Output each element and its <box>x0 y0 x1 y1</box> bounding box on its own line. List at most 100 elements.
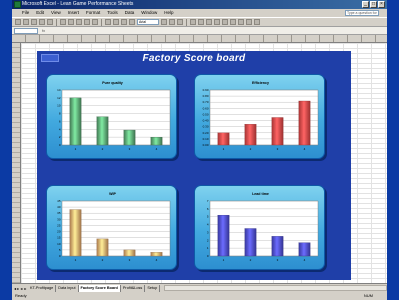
menu-window[interactable]: Window <box>141 9 157 17</box>
y-tick-label: 5 <box>59 248 61 252</box>
open-icon[interactable] <box>23 19 29 25</box>
new-icon[interactable] <box>15 19 21 25</box>
bar <box>150 136 163 146</box>
bar <box>123 249 136 257</box>
chart-panel-wip[interactable]: WIP 0 5 10 15 20 25 30 35 40 45 1 2 3 4 <box>46 185 177 270</box>
y-tick-label: 0.50 <box>203 112 209 116</box>
save-icon[interactable] <box>31 19 37 25</box>
italic-icon[interactable] <box>169 19 175 25</box>
toolbar-separator <box>101 18 102 26</box>
bar <box>150 252 163 257</box>
tab-setup[interactable]: Setup <box>145 284 161 292</box>
menu-edit[interactable]: Edit <box>36 9 44 17</box>
cut-icon[interactable] <box>60 19 66 25</box>
bar <box>123 129 136 146</box>
x-tick-label: 2 <box>250 147 252 151</box>
undo-icon[interactable] <box>84 19 90 25</box>
close-button[interactable]: × <box>378 1 385 8</box>
menu-help[interactable]: Help <box>164 9 173 17</box>
y-tick-label: 0.00 <box>203 143 209 147</box>
zoom-icon[interactable] <box>129 19 135 25</box>
x-tick-label: 1 <box>223 147 225 151</box>
help-search-input[interactable]: Type a question for help <box>345 10 379 16</box>
chart-svg: Lead time 0 1 2 3 4 5 6 7 1 2 3 4 <box>207 192 319 262</box>
x-tick-label: 1 <box>223 258 225 262</box>
y-tick-label: 0 <box>207 254 209 258</box>
align-right-icon[interactable] <box>206 19 212 25</box>
y-tick-label: 10 <box>57 104 61 108</box>
tab-scroll-arrows[interactable]: ◂◂ ◂ ▸ ▸▸ <box>14 286 33 291</box>
tab-profit-loss[interactable]: Profit&Loss <box>120 284 146 292</box>
align-center-icon[interactable] <box>198 19 204 25</box>
font-select[interactable]: Arial <box>137 19 159 25</box>
chart-title: Lead time <box>252 192 269 196</box>
menu-file[interactable]: File <box>22 9 29 17</box>
title-bar: Microsoft Excel - Lean Game Performance … <box>12 0 387 9</box>
sum-icon[interactable] <box>105 19 111 25</box>
bar <box>217 214 230 257</box>
bar <box>69 97 82 146</box>
horizontal-scrollbar[interactable] <box>164 285 387 291</box>
x-tick-label: 4 <box>156 147 158 151</box>
percent-icon[interactable] <box>230 19 236 25</box>
underline-icon[interactable] <box>177 19 183 25</box>
y-tick-label: 0 <box>59 254 61 258</box>
chart-wizard-icon[interactable] <box>121 19 127 25</box>
y-tick-label: 0 <box>59 143 61 147</box>
merge-icon[interactable] <box>214 19 220 25</box>
fill-color-icon[interactable] <box>246 19 252 25</box>
bold-icon[interactable] <box>161 19 167 25</box>
tab-data-input[interactable]: Data input <box>56 284 79 292</box>
maximize-button[interactable]: □ <box>370 1 377 8</box>
menu-insert[interactable]: Insert <box>68 9 79 17</box>
y-tick-label: 40 <box>57 205 61 209</box>
score-board: Factory Score board Pure quality 0 2 4 6 8 10 1… <box>37 51 351 280</box>
chart-panel-pure-quality[interactable]: Pure quality 0 2 4 6 8 10 12 14 1 2 3 4 <box>46 74 177 159</box>
bar <box>96 116 109 146</box>
y-tick-label: 12 <box>57 96 61 100</box>
bar <box>69 209 82 257</box>
y-tick-label: 2 <box>59 135 61 139</box>
chart-panel-efficiency[interactable]: Efficiency 0.00 0.10 0.20 0.30 0.40 0.50 0.60 0.… <box>194 74 325 159</box>
copy-icon[interactable] <box>68 19 74 25</box>
preview-icon[interactable] <box>47 19 53 25</box>
status-bar: Ready NUM <box>12 292 387 300</box>
y-tick-label: 30 <box>57 217 61 221</box>
desktop-left-strip <box>0 0 12 300</box>
name-box[interactable] <box>14 28 38 34</box>
num-lock-indicator: NUM <box>363 293 373 298</box>
bar <box>96 238 109 257</box>
redo-icon[interactable] <box>92 19 98 25</box>
y-tick-label: 15 <box>57 236 61 240</box>
currency-icon[interactable] <box>222 19 228 25</box>
x-tick-label: 3 <box>277 258 279 262</box>
y-tick-label: 5 <box>207 215 209 219</box>
minimize-button[interactable]: _ <box>362 1 369 8</box>
x-tick-label: 4 <box>304 258 306 262</box>
status-text: Ready <box>15 293 27 298</box>
borders-icon[interactable] <box>238 19 244 25</box>
fx-icon[interactable]: fx <box>42 28 45 34</box>
y-tick-label: 0.20 <box>203 131 209 135</box>
chart-panel-lead-time[interactable]: Lead time 0 1 2 3 4 5 6 7 1 2 3 4 <box>194 185 325 270</box>
bar <box>271 236 284 257</box>
x-tick-label: 1 <box>75 258 77 262</box>
x-tick-label: 4 <box>304 147 306 151</box>
tab-factory-score-board[interactable]: Factory Score Board <box>78 284 121 292</box>
menu-data[interactable]: Data <box>125 9 135 17</box>
menu-format[interactable]: Format <box>86 9 100 17</box>
toolbar-separator <box>186 18 187 26</box>
y-tick-label: 4 <box>59 127 61 131</box>
row-headers[interactable] <box>12 43 21 283</box>
tab-kt-profitpage[interactable]: KT-Profitpage <box>28 284 57 292</box>
align-left-icon[interactable] <box>190 19 196 25</box>
column-headers[interactable] <box>12 35 387 43</box>
font-color-icon[interactable] <box>254 19 260 25</box>
menu-tools[interactable]: Tools <box>107 9 118 17</box>
paste-icon[interactable] <box>76 19 82 25</box>
y-tick-label: 0.90 <box>203 88 209 92</box>
y-tick-label: 8 <box>59 112 61 116</box>
menu-view[interactable]: View <box>51 9 61 17</box>
sort-icon[interactable] <box>113 19 119 25</box>
print-icon[interactable] <box>39 19 45 25</box>
